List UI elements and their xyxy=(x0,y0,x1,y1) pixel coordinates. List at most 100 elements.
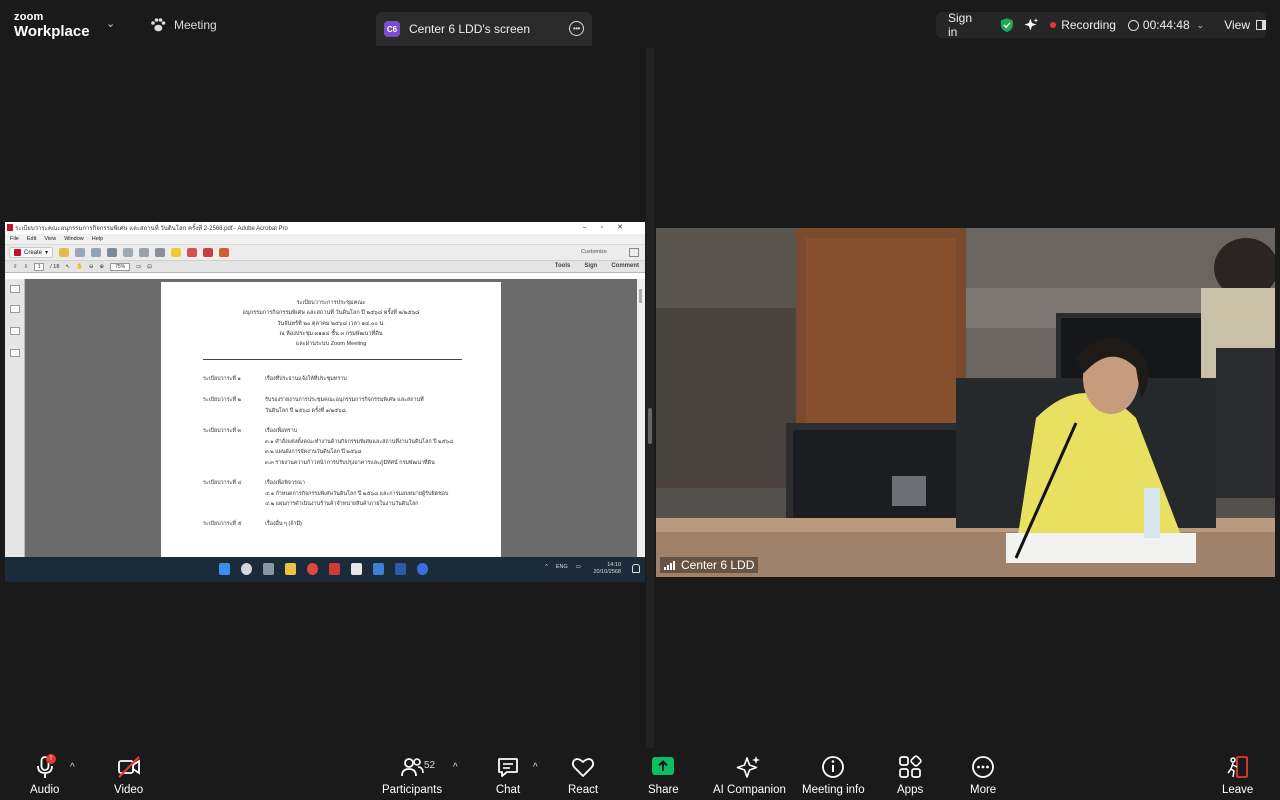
page-thumbnails-icon xyxy=(10,285,20,293)
agenda-line: ๓.๓ รายงานความก้าวหน้าการปรับปรุงอาคารแล… xyxy=(265,459,435,466)
react-button[interactable]: React xyxy=(568,754,598,796)
app-icon xyxy=(373,563,384,575)
page-number-field: 1 xyxy=(34,262,45,271)
chat-button[interactable]: Chat xyxy=(495,754,521,796)
tray-date: 20/10/2568 xyxy=(593,569,621,575)
more-options-icon[interactable]: ••• xyxy=(569,21,584,36)
zoom-in-icon: ⊕ xyxy=(99,263,105,270)
page-total: / 18 xyxy=(50,263,60,270)
participants-icon xyxy=(401,758,424,777)
ai-sparkle-icon xyxy=(737,756,761,778)
logo-bottom-text: Workplace xyxy=(14,23,90,40)
header-line: วันจันทร์ที่ ๒๐ ตุลาคม ๒๕๖๘ เวลา ๑๔.๐๐ น… xyxy=(277,320,385,327)
signatures-icon xyxy=(10,349,20,357)
view-button[interactable]: View xyxy=(1224,18,1266,32)
agenda-line: ๔.๒ แผนการดำเนินงานร้านค้าจำหน่ายสินค้าภ… xyxy=(265,501,419,507)
acrobat-window-title: ระเบียบวาระคณะอนุกรรมการกิจกรรมพิเศษ และ… xyxy=(15,226,288,232)
participant-name-label: Center 6 LDD xyxy=(660,557,759,573)
ai-sparkle-icon[interactable] xyxy=(1023,17,1039,33)
more-icon xyxy=(972,756,994,778)
fit-width-icon: ⊡ xyxy=(147,263,152,270)
acrobat-document-area: ระเบียบวาระการประชุมคณะ อนุกรรมการกิจกรร… xyxy=(5,279,645,557)
apps-button[interactable]: Apps xyxy=(897,754,923,796)
header-line: ณ ห้องประชุม ๓๑๑๔ ชั้น ๓ กรมพัฒนาที่ดิน xyxy=(279,330,383,337)
network-icon: ▭ xyxy=(575,564,581,570)
hand-tool-icon: ✋ xyxy=(76,263,83,270)
menu-help: Help xyxy=(91,236,104,242)
agenda-label: ระเบียบวาระที่ ๓ xyxy=(203,428,242,434)
fit-page-icon: ▭ xyxy=(136,263,142,270)
menu-window: Window xyxy=(64,236,84,242)
chat-options-chevron[interactable]: ^ xyxy=(533,762,538,773)
audio-options-chevron[interactable]: ^ xyxy=(70,762,75,773)
acrobat-taskbar-icon xyxy=(351,563,362,575)
windows-taskbar: ^ ENG ▭ 14:10 20/10/2568 xyxy=(5,557,645,582)
create-icon xyxy=(14,249,21,256)
tray-clock: 14:10 20/10/2568 xyxy=(593,562,621,576)
sign-link: Sign xyxy=(584,263,598,269)
print-icon xyxy=(107,248,118,257)
meeting-controls: Audio ! ^ Video Participants 52 ^ Chat ^ xyxy=(0,748,1280,800)
divider-grip[interactable] xyxy=(648,408,652,444)
zoom-workplace-logo[interactable]: zoom Workplace xyxy=(14,11,90,40)
tab-shared-screen[interactable]: C6 Center 6 LDD's screen ••• xyxy=(376,12,592,46)
tab-shared-screen-label: Center 6 LDD's screen xyxy=(409,22,531,36)
agenda-line: ๓.๒ แผนผังการจัดงานวันดินโลก ปี ๒๕๖๘ xyxy=(265,449,362,455)
acrobat-menu-bar: File Edit View Window Help xyxy=(5,234,645,244)
participants-options-chevron[interactable]: ^ xyxy=(453,762,458,773)
info-icon xyxy=(822,756,845,778)
react-label: React xyxy=(568,784,599,796)
more-button[interactable]: More xyxy=(970,754,996,796)
participant-video-tile[interactable]: Center 6 LDD xyxy=(656,228,1275,577)
clock-icon xyxy=(1127,19,1139,31)
more-label: More xyxy=(970,784,997,796)
recording-indicator[interactable]: Recording xyxy=(1050,18,1116,32)
chevron-down-icon: ⌄ xyxy=(1196,19,1205,30)
apps-label: Apps xyxy=(897,784,924,796)
meeting-info-button[interactable]: Meeting info xyxy=(802,754,865,796)
notification-icon xyxy=(632,564,640,573)
chevron-down-icon[interactable]: ⌄ xyxy=(106,17,115,30)
pdf-file-icon xyxy=(7,224,13,231)
zoom-taskbar-icon xyxy=(417,563,428,575)
save-icon xyxy=(75,248,86,257)
pane-divider[interactable] xyxy=(646,48,654,748)
agenda-label: ระเบียบวาระที่ ๔ xyxy=(203,480,242,486)
ai-companion-button[interactable]: AI Companion xyxy=(713,754,786,796)
shared-acrobat-window: ระเบียบวาระคณะอนุกรรมการกิจกรรมพิเศษ และ… xyxy=(5,222,645,582)
meeting-info-label: Meeting info xyxy=(802,784,865,796)
acrobat-page-toolbar: ⇧ ⇩ 1 / 18 ↖ ✋ ⊖ ⊕ 75% ▭ ⊡ Tools Sign Co… xyxy=(5,260,645,273)
share-screen-icon xyxy=(652,757,675,775)
file-explorer-icon xyxy=(285,563,296,575)
windows-start-icon xyxy=(219,563,230,575)
participants-label: Participants xyxy=(382,784,443,796)
layout-icon xyxy=(1255,20,1266,30)
agenda-label: ระเบียบวาระที่ ๑ xyxy=(203,376,241,382)
leave-button[interactable]: Leave xyxy=(1222,754,1253,796)
cloud-icon xyxy=(91,248,102,257)
chrome-icon xyxy=(307,563,318,575)
heart-icon xyxy=(571,758,595,777)
agenda-line: ๔.๑ กำหนดการกิจกรรมพิเศษวันดินโลก ปี ๒๕๖… xyxy=(265,490,449,497)
agenda-line: รับรองรายงานการประชุมคณะอนุกรรมการกิจกรร… xyxy=(265,397,424,403)
participant-badge: C6 xyxy=(384,21,400,37)
share-button[interactable]: Share xyxy=(648,754,679,796)
sign-in-link[interactable]: Sign in xyxy=(948,11,982,39)
video-button[interactable]: Video xyxy=(114,754,143,796)
share-label: Share xyxy=(648,784,679,796)
app-icon xyxy=(329,563,340,575)
timer-value: 00:44:48 xyxy=(1142,18,1190,32)
shield-check-icon[interactable] xyxy=(1000,17,1014,33)
acrobat-title-bar: ระเบียบวาระคณะอนุกรรมการกิจกรรมพิเศษ และ… xyxy=(5,222,645,234)
zoom-level-field: 75% xyxy=(110,262,131,271)
logo-top-text: zoom xyxy=(14,11,44,23)
window-controls: –▫✕ xyxy=(582,224,637,231)
header-line: อนุกรรมการกิจกรรมพิเศษ และสถานที่ วันดิน… xyxy=(242,310,420,317)
view-label: View xyxy=(1224,18,1250,32)
pdf-tool-icon xyxy=(203,248,214,257)
bookmarks-icon xyxy=(10,305,20,313)
meeting-timer[interactable]: 00:44:48 ⌄ xyxy=(1127,18,1205,32)
recording-dot-icon xyxy=(1050,22,1057,28)
search-icon xyxy=(241,563,252,575)
tab-meeting[interactable]: Meeting xyxy=(150,18,217,32)
